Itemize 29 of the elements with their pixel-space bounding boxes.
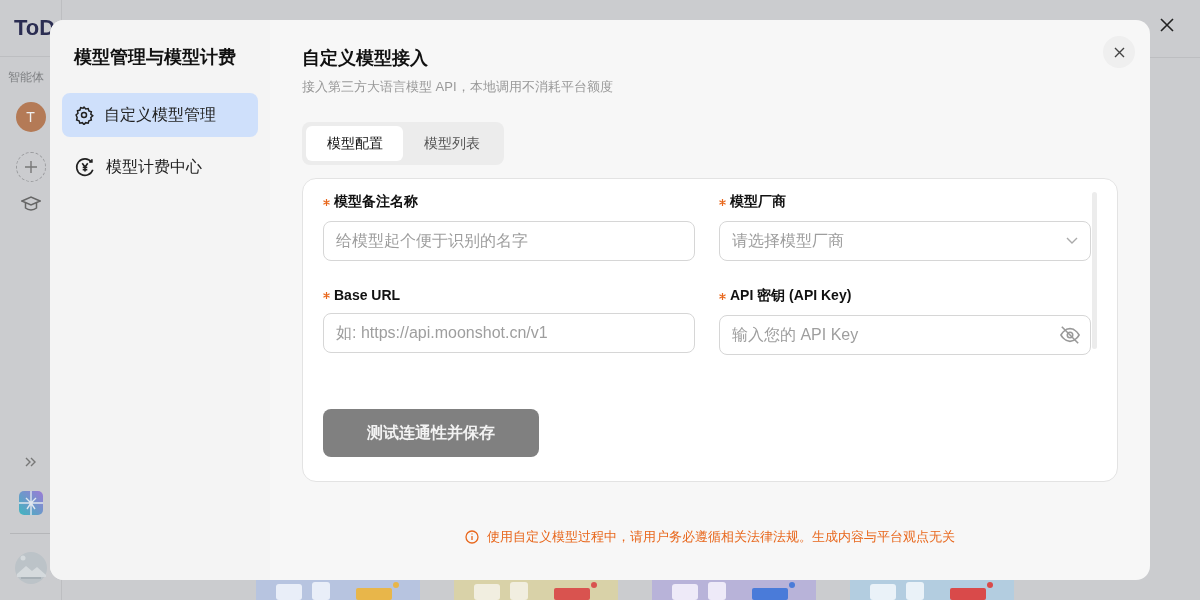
field-label: 模型备注名称: [334, 193, 418, 211]
scrollbar[interactable]: [1092, 192, 1097, 349]
close-button[interactable]: [1103, 36, 1135, 68]
nav-item[interactable]: 模型计费中心: [62, 145, 258, 189]
expand-icon[interactable]: [24, 457, 37, 467]
close-icon: [1113, 46, 1125, 58]
graduation-cap-icon[interactable]: [20, 196, 41, 212]
section-label: 智能体: [7, 69, 44, 86]
gift-icon[interactable]: [18, 491, 43, 515]
tab[interactable]: 模型配置: [306, 126, 403, 161]
chevron-down-icon: [1066, 237, 1078, 245]
input-field[interactable]: 如: https://api.moonshot.cn/v1: [323, 313, 695, 353]
input-field[interactable]: 给模型起个便于识别的名字: [323, 221, 695, 261]
field-label: Base URL: [334, 287, 401, 303]
section-subtitle: 接入第三方大语言模型 API，本地调用不消耗平台额度: [302, 78, 614, 96]
dialog-title: 模型管理与模型计费: [72, 46, 237, 69]
tab[interactable]: 模型列表: [403, 126, 500, 161]
field-label: 模型厂商: [730, 193, 786, 211]
field-label: API 密钥 (API Key): [730, 287, 852, 305]
settings-icon: [74, 105, 94, 125]
close-icon[interactable]: [1160, 18, 1174, 32]
yen-cycle-icon: [74, 156, 96, 178]
eye-off-icon[interactable]: [1059, 325, 1081, 345]
legal-notice: 使用自定义模型过程中，请用户务必遵循相关法律法规。生成内容与平台观点无关: [487, 528, 955, 546]
plus-icon: [24, 161, 37, 173]
info-icon: [465, 530, 479, 544]
section-heading: 自定义模型接入: [302, 47, 429, 70]
nav-item[interactable]: 自定义模型管理: [62, 93, 258, 137]
api-key-field[interactable]: 输入您的 API Key: [719, 315, 1091, 355]
